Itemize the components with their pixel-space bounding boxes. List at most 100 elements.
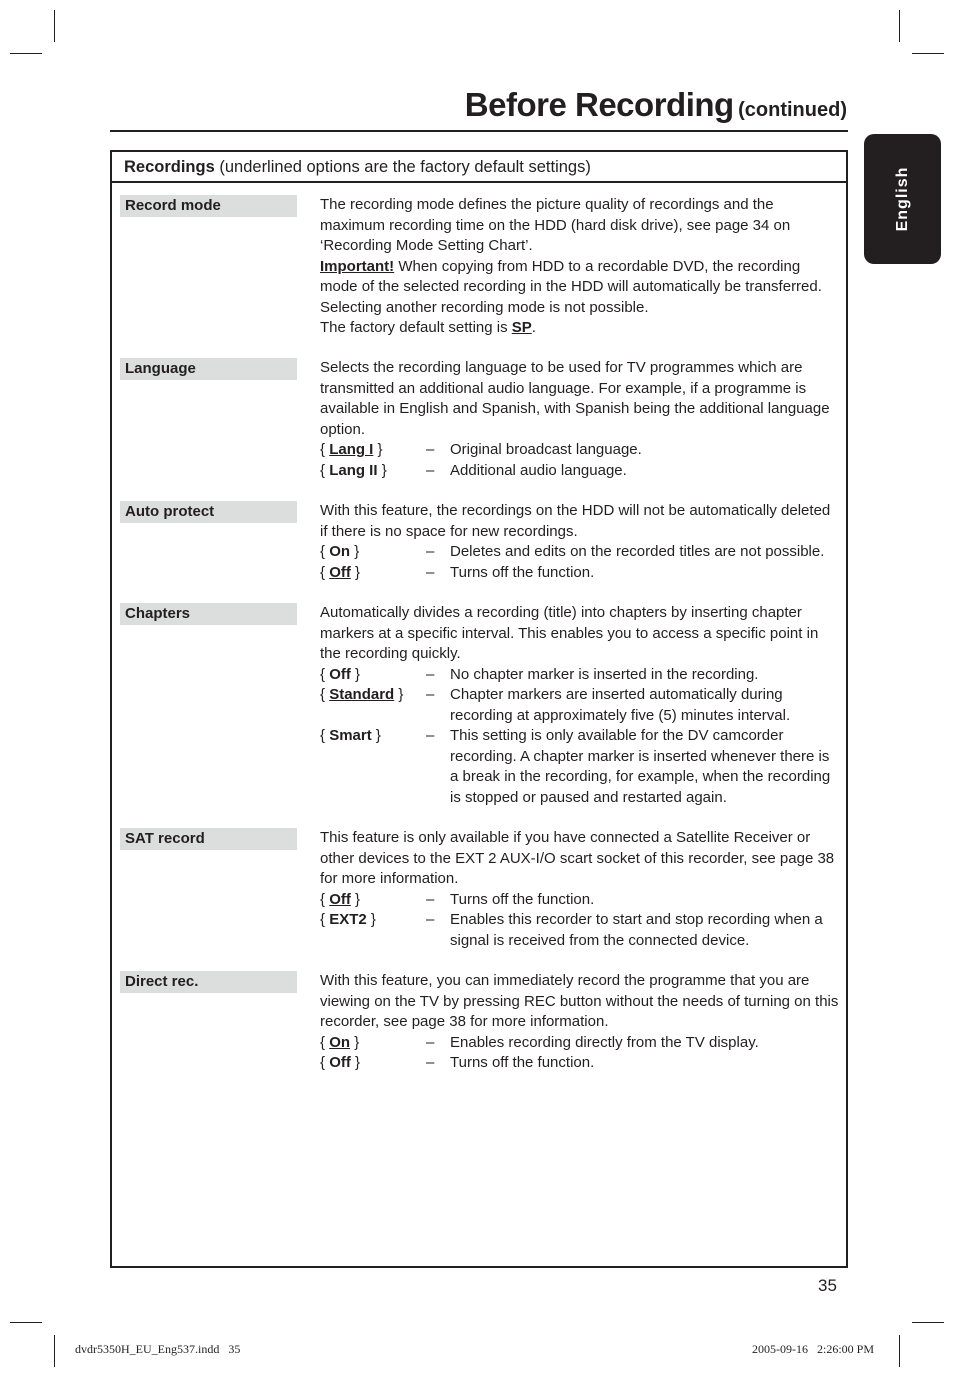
option-description: Turns off the function. — [450, 890, 595, 908]
option-key: { Lang II } — [320, 461, 426, 482]
option-dash: – — [426, 563, 435, 581]
crop-mark — [54, 1335, 55, 1367]
option-value: Off — [329, 665, 351, 683]
option-description: Additional audio language. — [450, 461, 627, 479]
brace-open: { — [320, 461, 330, 479]
option-description: Original broadcast language. — [450, 441, 642, 458]
description-text: Automatically divides a recording (title… — [320, 604, 819, 662]
option-item: { On } – Enables recording directly from t… — [320, 1033, 840, 1054]
option-item: { Lang I } – Original broadcast language. — [320, 440, 840, 461]
brace-close: } — [350, 890, 361, 908]
description-text: Selects the recording language to be use… — [320, 359, 830, 438]
option-dash: – — [426, 890, 435, 908]
option-item: { On } – Deletes and edits on the recorded… — [320, 542, 840, 563]
brace-open: { — [320, 563, 330, 581]
setting-label: Chapters — [120, 603, 297, 625]
option-key: { EXT2 } — [320, 910, 426, 951]
crop-mark — [899, 1335, 900, 1367]
option-description: Deletes and edits on the recorded titles… — [450, 543, 825, 560]
brace-open: { — [320, 686, 330, 703]
section-note: (underlined options are the factory defa… — [214, 158, 591, 176]
option-item: { Smart } – This setting is only available… — [320, 726, 840, 808]
brace-close: } — [377, 461, 387, 479]
option-dash: – — [426, 727, 435, 744]
option-key: { Off } — [320, 563, 426, 584]
setting-description: With this feature, the recordings on the… — [320, 501, 840, 583]
option-value: Off — [329, 563, 351, 581]
option-key: { On } — [320, 1033, 426, 1054]
option-value: Standard — [329, 686, 395, 703]
option-key: { Off } — [320, 1053, 426, 1074]
crop-mark — [912, 1322, 944, 1323]
option-key: { Off } — [320, 890, 426, 911]
default-prefix: The factory default setting is — [320, 319, 512, 336]
brace-close: } — [350, 1033, 360, 1051]
option-value: On — [329, 1033, 351, 1051]
option-item: { Off } – Turns off the function. — [320, 563, 840, 584]
option-key: { Standard } — [320, 685, 426, 726]
option-description: Turns off the function. — [450, 563, 595, 581]
crop-mark — [54, 10, 55, 42]
option-value: EXT2 — [329, 911, 367, 928]
brace-close: } — [373, 441, 383, 458]
option-item: { Lang II } – Additional audio language. — [320, 461, 840, 482]
important-text: When copying from HDD to a recordable DV… — [320, 257, 822, 316]
footer-timestamp: 2005-09-16 2:26:00 PM — [752, 1342, 875, 1356]
language-tab: English — [864, 134, 941, 264]
language-tab-label: English — [893, 166, 911, 232]
brace-open: { — [320, 543, 330, 560]
option-dash: – — [426, 543, 435, 560]
option-value: Off — [329, 890, 351, 908]
brace-close: } — [350, 1054, 361, 1071]
brace-open: { — [320, 911, 330, 928]
crop-mark — [899, 10, 900, 42]
brace-close: } — [350, 563, 361, 581]
brace-open: { — [320, 1054, 330, 1071]
option-dash: – — [426, 461, 435, 479]
option-dash: – — [426, 1054, 435, 1071]
brace-open: { — [320, 441, 330, 458]
option-item: { Off } – Turns off the function. — [320, 1053, 840, 1074]
page-title-continued: (continued) — [738, 99, 847, 121]
settings-box-heading: Recordings (underlined options are the f… — [112, 152, 846, 183]
brace-close: } — [350, 665, 361, 683]
option-description: Turns off the function. — [450, 1054, 595, 1071]
title-divider — [110, 130, 848, 132]
option-description: Chapter markers are inserted automatical… — [450, 686, 791, 724]
default-suffix: . — [531, 319, 536, 336]
option-value: Off — [329, 1054, 351, 1071]
setting-description: With this feature, you can immediately r… — [320, 971, 840, 1074]
setting-label: SAT record — [120, 828, 297, 850]
option-dash: – — [426, 686, 435, 703]
setting-label: Language — [120, 358, 297, 380]
option-value: Lang I — [329, 441, 374, 458]
section-title: Recordings — [124, 158, 215, 176]
crop-mark — [912, 53, 944, 54]
default-setting-note: The factory default setting is SP. — [320, 318, 840, 339]
option-value: On — [329, 543, 351, 560]
page-title-main: Before Recording — [464, 86, 734, 123]
setting-description: Selects the recording language to be use… — [320, 358, 840, 481]
brace-open: { — [320, 890, 330, 908]
brace-close: } — [366, 911, 376, 928]
option-key: { Lang I } — [320, 440, 426, 461]
option-description: No chapter marker is inserted in the rec… — [450, 665, 759, 683]
brace-close: } — [394, 686, 404, 703]
option-item: { Off } – No chapter marker is inserted in… — [320, 665, 840, 686]
option-dash: – — [426, 441, 435, 458]
setting-label: Direct rec. — [120, 971, 297, 993]
page-title: Before Recording (continued) — [110, 86, 847, 124]
option-key: { Off } — [320, 665, 426, 686]
crop-mark — [10, 53, 42, 54]
brace-open: { — [320, 1033, 330, 1051]
important-label: Important! — [320, 257, 395, 275]
option-description: Enables recording directly from the TV d… — [450, 1033, 759, 1051]
brace-close: } — [371, 727, 381, 744]
brace-open: { — [320, 727, 330, 744]
option-item: { EXT2 } – Enables this recorder to start … — [320, 910, 840, 951]
setting-label: Auto protect — [120, 501, 297, 523]
option-item: { Standard } – Chapter markers are inserte… — [320, 685, 840, 726]
option-description: Enables this recorder to start and stop … — [450, 911, 823, 949]
description-text: With this feature, the recordings on the… — [320, 502, 831, 540]
option-dash: – — [426, 911, 435, 928]
